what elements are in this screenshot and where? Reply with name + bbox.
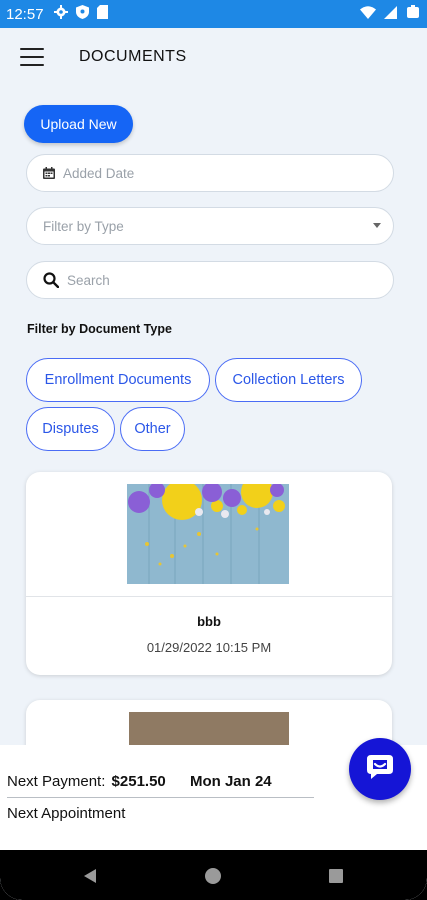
chevron-down-icon (373, 223, 381, 228)
battery-icon (405, 5, 421, 23)
chat-button[interactable] (349, 738, 411, 800)
back-icon[interactable] (82, 868, 98, 889)
filter-type-placeholder: Filter by Type (43, 218, 124, 234)
shield-icon (75, 5, 89, 23)
app-bar: DOCUMENTS (0, 28, 427, 86)
home-icon[interactable] (205, 868, 221, 889)
system-nav-bar (0, 850, 427, 900)
added-date-field[interactable]: Added Date (26, 154, 394, 192)
next-payment-row: Next Payment: $251.50 Mon Jan 24 (7, 773, 272, 790)
added-date-placeholder: Added Date (63, 165, 135, 181)
filter-type-select[interactable]: Filter by Type (26, 207, 394, 245)
document-date: 01/29/2022 10:15 PM (146, 640, 272, 655)
document-thumbnail (127, 476, 289, 584)
settings-icon (53, 5, 68, 23)
calendar-icon (43, 167, 55, 179)
document-name: bbb (197, 614, 221, 629)
wifi-icon (360, 5, 376, 23)
panel-divider (7, 797, 314, 798)
signal-icon (384, 5, 397, 23)
page-title: DOCUMENTS (79, 48, 187, 65)
status-time: 12:57 (6, 5, 44, 23)
chip-other[interactable]: Other (120, 407, 185, 451)
search-input[interactable]: Search (26, 261, 394, 299)
next-payment-amount: $251.50 (111, 773, 166, 790)
sd-card-icon (96, 5, 108, 23)
search-placeholder: Search (67, 272, 110, 288)
upload-new-button[interactable]: Upload New (24, 105, 133, 143)
next-appointment-label: Next Appointment (7, 805, 126, 822)
menu-icon[interactable] (20, 48, 44, 66)
search-icon (43, 272, 59, 288)
chip-enrollment-documents[interactable]: Enrollment Documents (26, 358, 210, 402)
filter-section-label: Filter by Document Type (27, 322, 172, 336)
status-bar: 12:57 (0, 0, 427, 28)
next-payment-date: Mon Jan 24 (189, 773, 272, 790)
recents-icon[interactable] (329, 869, 343, 888)
card-divider (26, 596, 392, 597)
chip-collection-letters[interactable]: Collection Letters (215, 358, 362, 402)
next-payment-label: Next Payment: (7, 773, 106, 790)
document-card[interactable]: bbb 01/29/2022 10:15 PM (26, 472, 392, 675)
chat-icon (365, 752, 395, 787)
screen: 12:57 DOCUMENTS Upload New Added Date Fi… (0, 0, 427, 900)
chip-disputes[interactable]: Disputes (26, 407, 115, 451)
